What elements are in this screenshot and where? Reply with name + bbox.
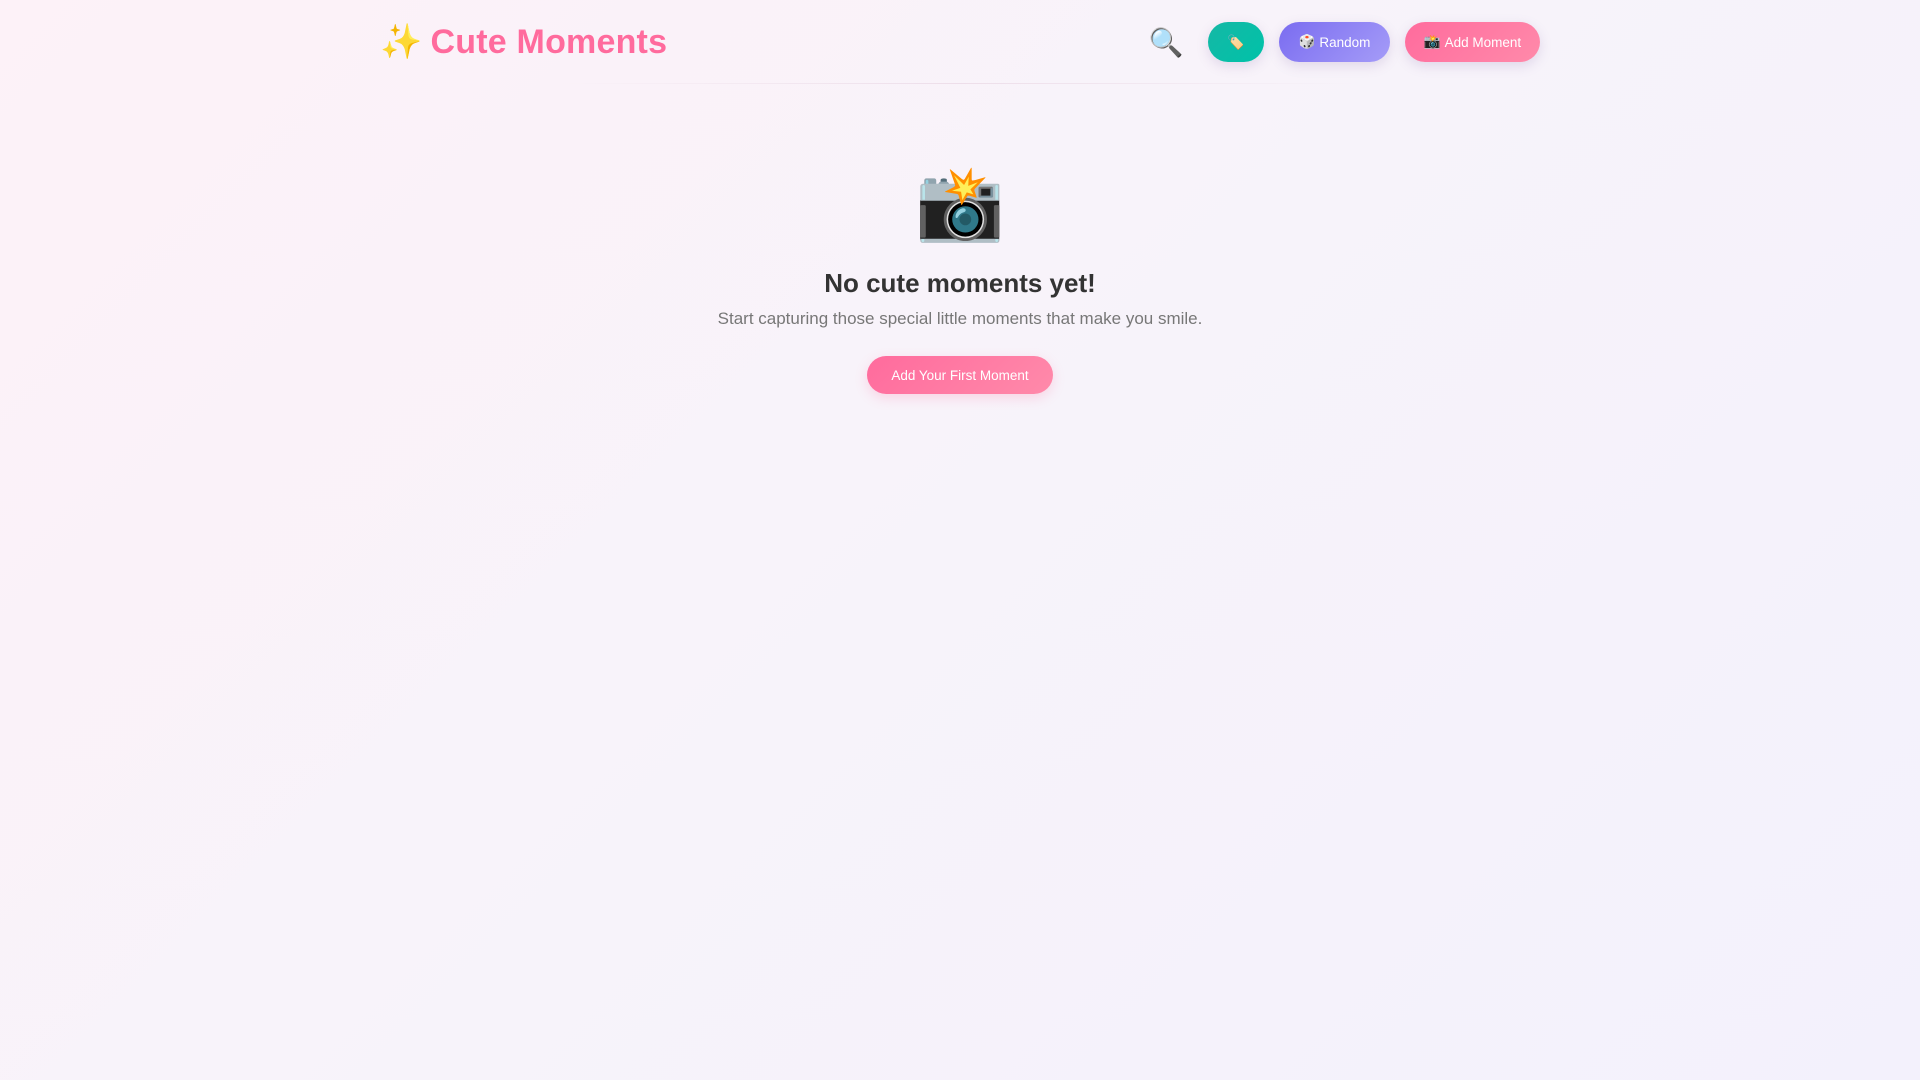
dice-icon: 🎲 [1298, 34, 1316, 49]
empty-state: 📸 No cute moments yet! Start capturing t… [0, 160, 1920, 394]
search-icon: 🔍 [1148, 26, 1184, 58]
search-button[interactable]: 🔍 [1146, 22, 1186, 62]
camera-flash-icon: 📸 [1423, 34, 1441, 49]
app-logo[interactable]: ✨ Cute Moments [380, 22, 667, 62]
tags-button[interactable]: 🏷️ [1208, 22, 1264, 62]
random-button[interactable]: 🎲 Random [1279, 22, 1390, 62]
add-first-moment-button[interactable]: Add Your First Moment [867, 356, 1053, 394]
tag-icon: 🏷️ [1227, 33, 1245, 50]
add-moment-label: Add Moment [1444, 34, 1522, 50]
sparkles-icon: ✨ [380, 23, 423, 61]
empty-state-title: No cute moments yet! [824, 268, 1096, 298]
header-actions: 🔍 🏷️ 🎲 Random 📸 Add Moment [1146, 22, 1540, 62]
camera-flash-icon: 📸 [915, 164, 1005, 244]
add-moment-button[interactable]: 📸 Add Moment [1405, 22, 1540, 62]
empty-state-subtitle: Start capturing those special little mom… [717, 309, 1203, 328]
app-title: Cute Moments [430, 22, 668, 61]
random-button-label: Random [1319, 34, 1371, 50]
app-header: ✨ Cute Moments 🔍 🏷️ 🎲 Random 📸 Add Momen… [380, 0, 1540, 84]
